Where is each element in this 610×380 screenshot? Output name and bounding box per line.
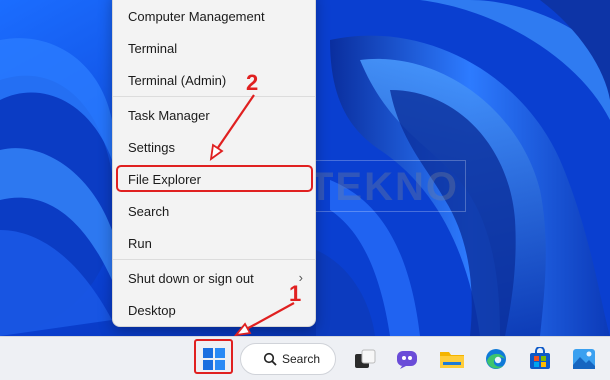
step-2-label: 2	[246, 70, 259, 95]
task-view-icon	[355, 349, 376, 368]
menu-item-label: Run	[128, 235, 152, 251]
menu-item-search[interactable]: Search	[117, 196, 313, 226]
photos-button[interactable]	[566, 341, 602, 377]
copilot-button[interactable]	[389, 341, 425, 377]
menu-item-label: Search	[128, 203, 170, 219]
edge-icon	[486, 349, 506, 369]
edge-button[interactable]	[478, 341, 514, 377]
taskbar: Search	[0, 336, 610, 380]
photos-icon	[573, 349, 595, 369]
search-label: Search	[282, 352, 321, 366]
store-icon	[530, 347, 550, 369]
taskbar-search[interactable]: Search	[240, 343, 336, 375]
menu-item-terminal[interactable]: Terminal	[117, 33, 313, 63]
menu-item-label: Terminal	[128, 40, 178, 56]
file-explorer-highlight	[116, 165, 313, 192]
step-1-label: 1	[289, 281, 302, 306]
menu-item-task-manager[interactable]: Task Manager	[117, 100, 313, 130]
menu-item-settings[interactable]: Settings	[117, 132, 313, 162]
file-explorer-button[interactable]	[434, 341, 470, 377]
menu-item-run[interactable]: Run	[117, 228, 313, 258]
menu-item-label: Shut down or sign out	[128, 270, 254, 286]
search-icon	[263, 352, 277, 366]
context-menu: Computer Management Terminal Terminal (A…	[112, 0, 316, 327]
menu-item-label: Terminal (Admin)	[128, 72, 227, 88]
file-explorer-icon	[440, 352, 464, 368]
menu-item-terminal-admin[interactable]: Terminal (Admin)	[117, 65, 313, 95]
menu-item-computer-management[interactable]: Computer Management	[117, 1, 313, 31]
menu-item-label: Computer Management	[128, 8, 265, 24]
menu-item-label: Task Manager	[128, 107, 210, 123]
menu-item-label: Desktop	[128, 302, 176, 318]
menu-item-label: Settings	[128, 139, 175, 155]
copilot-icon	[397, 351, 417, 369]
menu-item-desktop[interactable]: Desktop	[117, 295, 313, 325]
menu-item-shut-down[interactable]: Shut down or sign out ›	[117, 263, 313, 293]
menu-separator	[113, 259, 315, 260]
menu-separator	[113, 96, 315, 97]
task-view-button[interactable]	[347, 341, 383, 377]
store-button[interactable]	[522, 341, 558, 377]
start-button-highlight	[194, 339, 233, 374]
